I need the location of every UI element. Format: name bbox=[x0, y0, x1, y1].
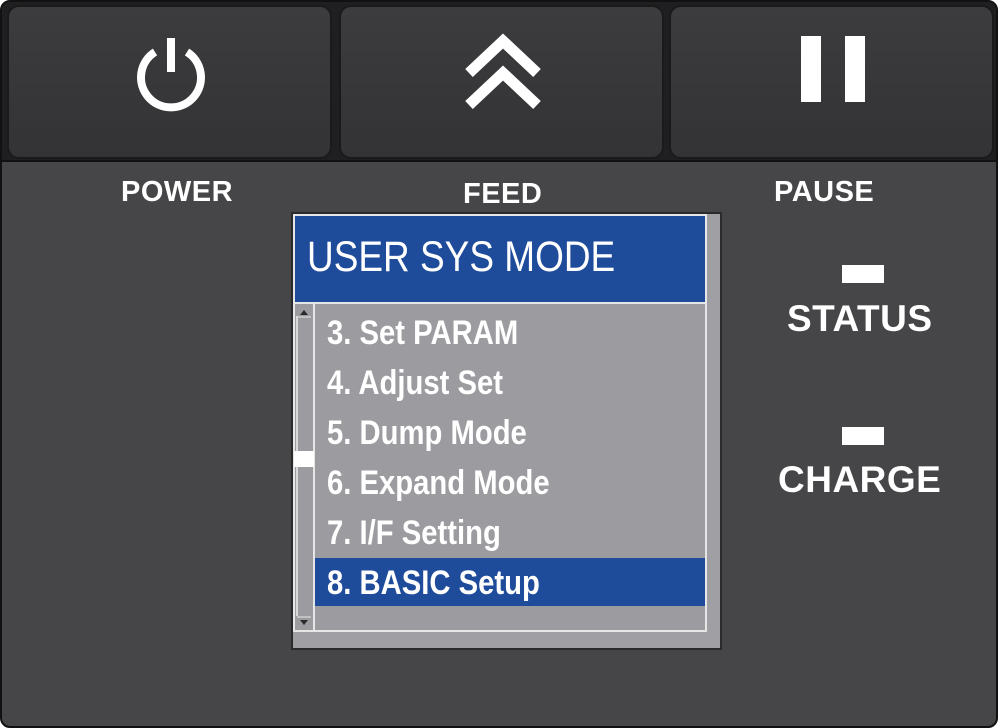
power-label: POWER bbox=[121, 176, 234, 208]
menu-item-basic-setup[interactable]: 8. BASIC Setup bbox=[315, 558, 705, 606]
menu-item-dump-mode[interactable]: 5. Dump Mode bbox=[315, 408, 705, 456]
pause-button[interactable] bbox=[669, 5, 994, 159]
charge-led bbox=[842, 427, 884, 445]
power-icon bbox=[137, 38, 205, 112]
scroll-down-icon[interactable] bbox=[297, 616, 311, 628]
menu-item-set-param[interactable]: 3. Set PARAM bbox=[315, 308, 705, 356]
button-strip bbox=[2, 2, 996, 162]
scrollbar[interactable] bbox=[294, 304, 315, 630]
lcd-display: USER SYS MODE 3. Set PARAM 4. Adjust Set bbox=[291, 212, 722, 650]
printer-control-panel: POWER FEED PAUSE USER SYS MODE 3. Set PA… bbox=[0, 0, 998, 728]
menu-item-label: 7. I/F Setting bbox=[327, 514, 501, 552]
charge-label: CHARGE bbox=[778, 459, 942, 500]
menu-item-label: 4. Adjust Set bbox=[327, 364, 504, 402]
pause-label: PAUSE bbox=[774, 176, 875, 208]
scroll-thumb[interactable] bbox=[294, 451, 314, 467]
menu-item-label: 6. Expand Mode bbox=[327, 464, 550, 502]
status-led bbox=[842, 265, 884, 283]
menu-item-label: 3. Set PARAM bbox=[327, 314, 519, 352]
feed-label: FEED bbox=[463, 178, 543, 210]
lcd-screen: USER SYS MODE 3. Set PARAM 4. Adjust Set bbox=[293, 214, 707, 632]
feed-button[interactable] bbox=[339, 5, 664, 159]
menu-item-expand-mode[interactable]: 6. Expand Mode bbox=[315, 458, 705, 506]
status-label: STATUS bbox=[787, 298, 933, 339]
menu-item-adjust-set[interactable]: 4. Adjust Set bbox=[315, 358, 705, 406]
menu-item-if-setting[interactable]: 7. I/F Setting bbox=[315, 508, 705, 556]
lcd-title: USER SYS MODE bbox=[307, 233, 616, 281]
pause-icon bbox=[801, 36, 865, 102]
double-chevron-up-icon bbox=[465, 33, 541, 110]
power-button[interactable] bbox=[7, 5, 332, 159]
menu-item-label: 8. BASIC Setup bbox=[327, 564, 540, 602]
menu-item-label: 5. Dump Mode bbox=[327, 414, 527, 452]
scroll-up-icon[interactable] bbox=[297, 306, 311, 318]
lcd-header: USER SYS MODE bbox=[295, 216, 705, 304]
